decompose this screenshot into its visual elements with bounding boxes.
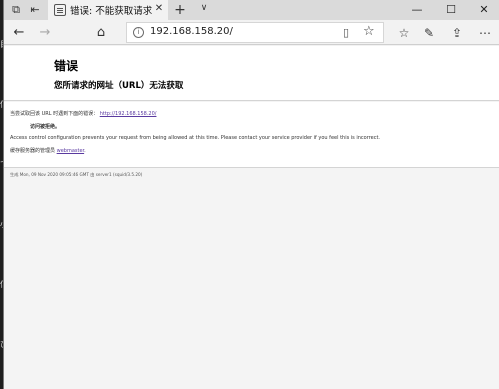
attempt-url-link[interactable]: http://192.168.158.20/: [100, 111, 157, 117]
chevron-down-icon[interactable]: ∨: [197, 3, 211, 13]
pen-icon[interactable]: ✎: [420, 24, 438, 42]
maximize-icon[interactable]: ☐: [443, 3, 459, 17]
navigation-bar: ← → ⌂ i 192.168.158.20/ ▯ ☆ ☆ ✎ ⇪ ⋯: [4, 20, 499, 45]
contact-prefix: 缓存服务器的管理员: [10, 148, 56, 154]
address-url[interactable]: 192.168.158.20/: [150, 26, 233, 37]
address-bar[interactable]: i 192.168.158.20/ ▯ ☆: [126, 22, 384, 43]
star-icon[interactable]: ☆: [363, 24, 375, 39]
favorites-hub-icon[interactable]: ☆: [395, 24, 413, 42]
page-subtitle: 您所请求的网址（URL）无法获取: [54, 81, 184, 91]
attempt-line: 当尝试取回该 URL 时遇到下面的错误： http://192.168.158.…: [10, 110, 156, 117]
share-icon[interactable]: ⇪: [448, 24, 466, 42]
info-icon[interactable]: i: [133, 27, 144, 38]
tab-title: 错误: 不能获取请求的 U: [70, 6, 152, 17]
denied-text: 访问被拒绝。: [30, 124, 61, 130]
page-footer: 生成 Mon, 09 Nov 2020 09:05:46 GMT 由 serve…: [10, 172, 143, 177]
plus-icon[interactable]: +: [172, 1, 188, 19]
forward-arrow-icon[interactable]: →: [36, 24, 54, 42]
error-body: 当尝试取回该 URL 时遇到下面的错误： http://192.168.158.…: [4, 102, 499, 168]
tab-active[interactable]: 错误: 不能获取请求的 U ✕: [48, 0, 168, 20]
page-content: 错误 您所请求的网址（URL）无法获取 当尝试取回该 URL 时遇到下面的错误：…: [4, 46, 499, 389]
back-arrow-icon[interactable]: ←: [10, 24, 28, 42]
browser-window: ⧉ ⇤ 错误: 不能获取请求的 U ✕ + ∨ — ☐ ✕ ← → ⌂ i 19…: [3, 0, 499, 389]
page-title: 错误: [54, 59, 79, 73]
error-message: Access control configuration prevents yo…: [10, 135, 381, 141]
reading-view-icon[interactable]: ▯: [343, 26, 349, 39]
home-icon[interactable]: ⌂: [92, 24, 110, 42]
minimize-icon[interactable]: —: [409, 3, 425, 17]
close-icon[interactable]: ✕: [153, 3, 165, 14]
attempt-prefix: 当尝试取回该 URL 时遇到下面的错误：: [10, 111, 99, 117]
page-favicon-icon: [54, 4, 66, 16]
error-header: 错误 您所请求的网址（URL）无法获取: [4, 46, 499, 101]
tab-bar: ⧉ ⇤ 错误: 不能获取请求的 U ✕ + ∨ — ☐ ✕: [4, 0, 499, 20]
tab-preview-icon[interactable]: ⇤: [28, 3, 42, 17]
contact-line: 缓存服务器的管理员 webmaster.: [10, 147, 86, 154]
window-close-icon[interactable]: ✕: [476, 3, 492, 17]
contact-suffix: .: [84, 148, 86, 154]
more-icon[interactable]: ⋯: [476, 24, 494, 42]
webmaster-link[interactable]: webmaster: [57, 148, 85, 154]
tab-aside-icon[interactable]: ⧉: [9, 3, 23, 17]
